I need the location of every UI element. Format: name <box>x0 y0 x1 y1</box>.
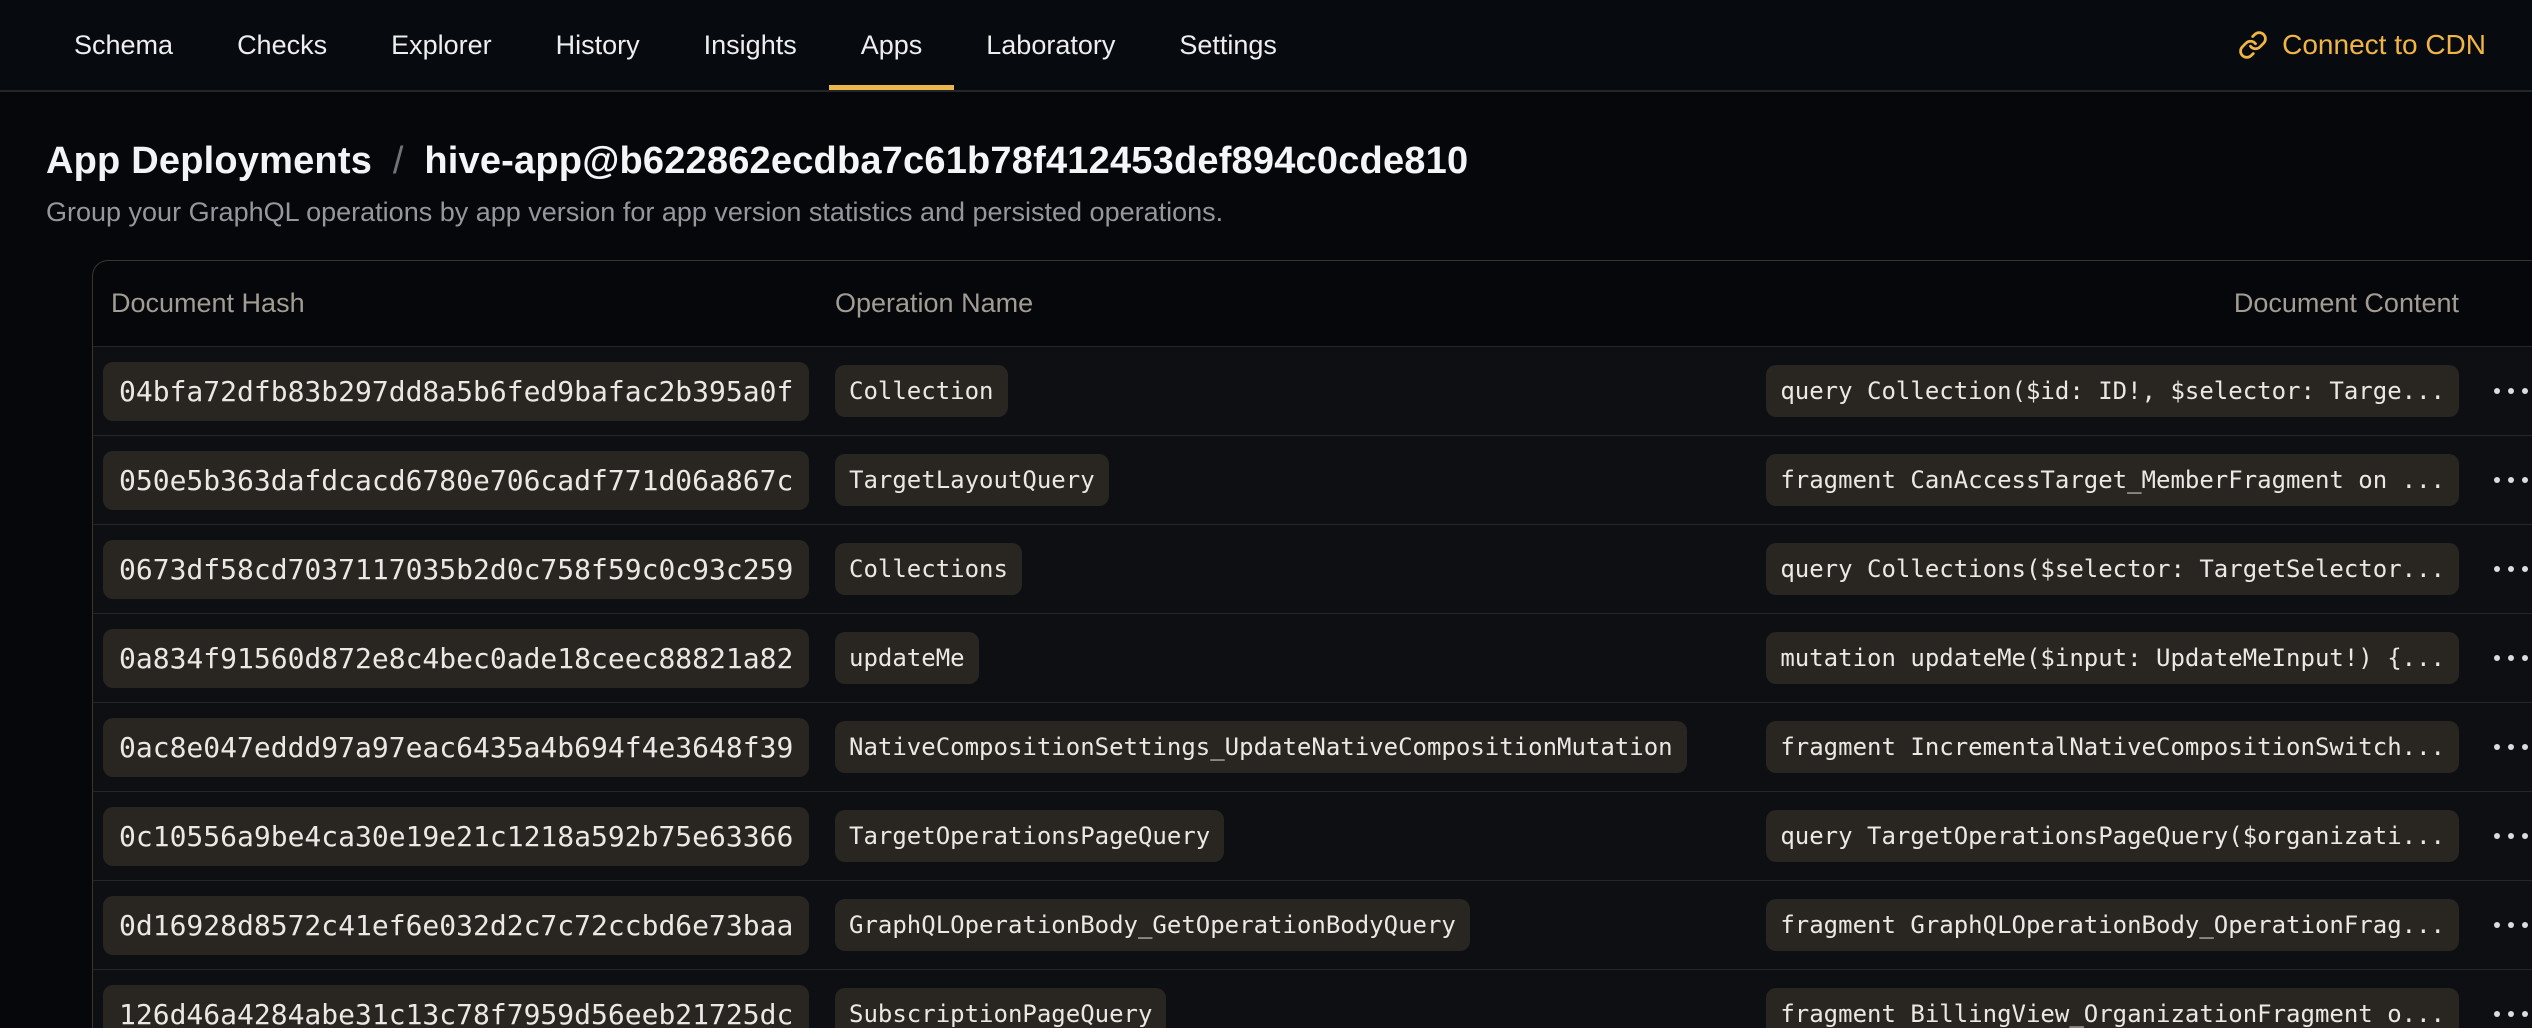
column-header-operation-name: Operation Name <box>835 288 2234 319</box>
operation-name-value: Collection <box>835 365 1008 417</box>
breadcrumb-separator: / <box>383 140 414 182</box>
table-row: 04bfa72dfb83b297dd8a5b6fed9bafac2b395a0f… <box>93 346 2532 435</box>
nav-tab-settings[interactable]: Settings <box>1147 0 1309 90</box>
connect-to-cdn-label: Connect to CDN <box>2282 29 2486 61</box>
row-menu-button[interactable] <box>2484 908 2532 942</box>
table-row: 0ac8e047eddd97a97eac6435a4b694f4e3648f39… <box>93 702 2532 791</box>
document-content-preview: query TargetOperationsPageQuery($organiz… <box>1766 810 2459 862</box>
ellipsis-horizontal-icon <box>2494 833 2500 839</box>
row-menu-button[interactable] <box>2484 552 2532 586</box>
document-content-preview: fragment CanAccessTarget_MemberFragment … <box>1766 454 2459 506</box>
nav-tab-apps[interactable]: Apps <box>829 0 955 90</box>
ellipsis-horizontal-icon <box>2494 1011 2500 1017</box>
app-deployments-page: App Deployments / hive-app@b622862ecdba7… <box>0 92 2532 1028</box>
operation-name-value: GraphQLOperationBody_GetOperationBodyQue… <box>835 899 1470 951</box>
nav-tabs: Schema Checks Explorer History Insights … <box>42 0 1309 90</box>
document-content-preview: fragment IncrementalNativeCompositionSwi… <box>1766 721 2459 773</box>
link-icon <box>2238 30 2268 60</box>
row-menu-button[interactable] <box>2484 641 2532 675</box>
breadcrumb-section[interactable]: App Deployments <box>46 140 372 182</box>
document-content-preview: query Collections($selector: TargetSelec… <box>1766 543 2459 595</box>
document-hash-value: 050e5b363dafdcacd6780e706cadf771d06a867c <box>103 451 809 510</box>
column-header-document-hash: Document Hash <box>93 288 835 319</box>
document-hash-value: 0ac8e047eddd97a97eac6435a4b694f4e3648f39 <box>103 718 809 777</box>
ellipsis-horizontal-icon <box>2494 655 2500 661</box>
page-subtitle: Group your GraphQL operations by app ver… <box>46 197 2532 228</box>
document-hash-value: 0a834f91560d872e8c4bec0ade18ceec88821a82 <box>103 629 809 688</box>
ellipsis-horizontal-icon <box>2494 477 2500 483</box>
document-content-preview: query Collection($id: ID!, $selector: Ta… <box>1766 365 2459 417</box>
document-content-preview: fragment GraphQLOperationBody_OperationF… <box>1766 899 2459 951</box>
breadcrumb-app-name: hive-app@b622862ecdba7c61b78f412453def89… <box>424 140 1468 182</box>
ellipsis-horizontal-icon <box>2494 744 2500 750</box>
top-navigation: Schema Checks Explorer History Insights … <box>0 0 2532 92</box>
row-menu-button[interactable] <box>2484 997 2532 1028</box>
row-menu-button[interactable] <box>2484 374 2532 408</box>
table-row: 0d16928d8572c41ef6e032d2c7c72ccbd6e73baa… <box>93 880 2532 969</box>
nav-tab-schema[interactable]: Schema <box>42 0 205 90</box>
ellipsis-horizontal-icon <box>2494 566 2500 572</box>
document-content-preview: fragment BillingView_OrganizationFragmen… <box>1766 988 2459 1028</box>
row-menu-button[interactable] <box>2484 463 2532 497</box>
row-menu-button[interactable] <box>2484 730 2532 764</box>
table-row: 050e5b363dafdcacd6780e706cadf771d06a867c… <box>93 435 2532 524</box>
operation-name-value: TargetOperationsPageQuery <box>835 810 1224 862</box>
document-hash-value: 0673df58cd7037117035b2d0c758f59c0c93c259 <box>103 540 809 599</box>
document-content-preview: mutation updateMe($input: UpdateMeInput!… <box>1766 632 2459 684</box>
nav-tab-insights[interactable]: Insights <box>672 0 829 90</box>
row-menu-button[interactable] <box>2484 819 2532 853</box>
operation-name-value: Collections <box>835 543 1022 595</box>
document-hash-value: 0d16928d8572c41ef6e032d2c7c72ccbd6e73baa <box>103 896 809 955</box>
operation-name-value: updateMe <box>835 632 979 684</box>
nav-tab-checks[interactable]: Checks <box>205 0 359 90</box>
table-header-row: Document Hash Operation Name Document Co… <box>93 261 2532 346</box>
breadcrumb: App Deployments / hive-app@b622862ecdba7… <box>46 140 2532 183</box>
table-row: 0673df58cd7037117035b2d0c758f59c0c93c259… <box>93 524 2532 613</box>
nav-tab-laboratory[interactable]: Laboratory <box>954 0 1147 90</box>
column-header-document-content: Document Content <box>2234 288 2459 319</box>
document-hash-value: 126d46a4284abe31c13c78f7959d56eeb21725dc <box>103 985 809 1028</box>
nav-tab-history[interactable]: History <box>524 0 672 90</box>
ellipsis-horizontal-icon <box>2494 388 2500 394</box>
nav-tab-explorer[interactable]: Explorer <box>359 0 524 90</box>
table-row: 0a834f91560d872e8c4bec0ade18ceec88821a82… <box>93 613 2532 702</box>
connect-to-cdn-button[interactable]: Connect to CDN <box>2238 0 2486 90</box>
document-hash-value: 04bfa72dfb83b297dd8a5b6fed9bafac2b395a0f <box>103 362 809 421</box>
table-body: 04bfa72dfb83b297dd8a5b6fed9bafac2b395a0f… <box>93 346 2532 1028</box>
operation-name-value: TargetLayoutQuery <box>835 454 1109 506</box>
document-hash-value: 0c10556a9be4ca30e19e21c1218a592b75e63366 <box>103 807 809 866</box>
table-row: 0c10556a9be4ca30e19e21c1218a592b75e63366… <box>93 791 2532 880</box>
operation-name-value: NativeCompositionSettings_UpdateNativeCo… <box>835 721 1687 773</box>
ellipsis-horizontal-icon <box>2494 922 2500 928</box>
table-row: 126d46a4284abe31c13c78f7959d56eeb21725dc… <box>93 969 2532 1028</box>
deployments-table: Document Hash Operation Name Document Co… <box>92 260 2532 1028</box>
operation-name-value: SubscriptionPageQuery <box>835 988 1166 1028</box>
